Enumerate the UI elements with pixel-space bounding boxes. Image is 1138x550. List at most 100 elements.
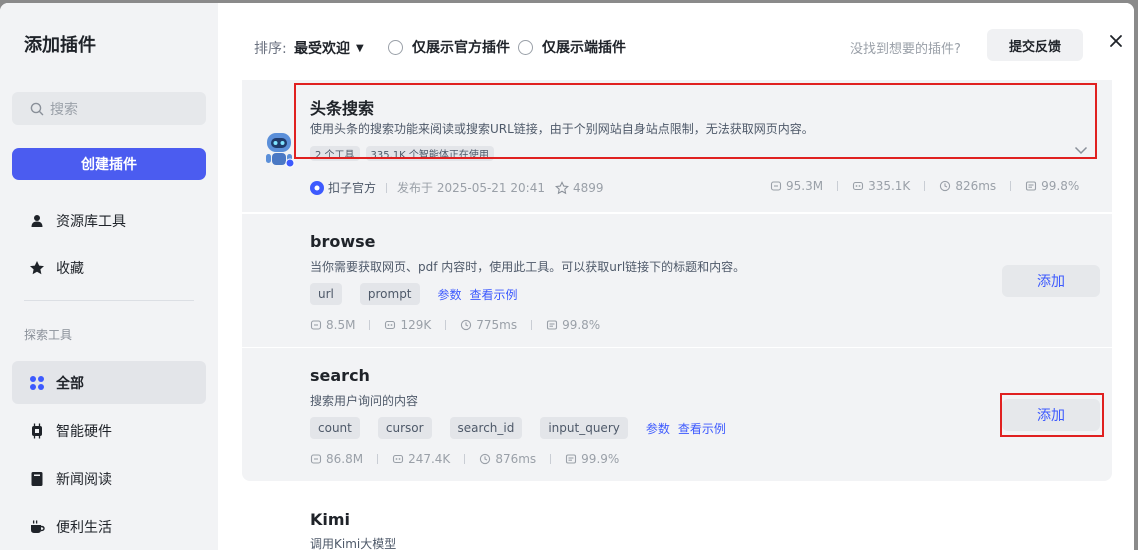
- sort-value: 最受欢迎: [294, 41, 350, 57]
- plugin-title: search: [310, 366, 370, 385]
- divider: [531, 320, 533, 330]
- latency: 775ms: [460, 318, 517, 332]
- clock-icon: [480, 453, 491, 465]
- chip-icon: [28, 422, 46, 440]
- calls-icon: [310, 320, 322, 330]
- success-icon: [566, 454, 577, 464]
- plugin-stats: 8.5M 129K 775ms 99.8%: [310, 318, 614, 332]
- sidebar-item-convenient-life[interactable]: 便利生活: [12, 505, 206, 548]
- usage-count-tag: 335.1K 个智能体正在使用: [365, 146, 494, 161]
- favorite-count: 4899: [572, 180, 604, 195]
- plugin-title: Kimi: [310, 510, 351, 529]
- plugin-card-search[interactable]: search 搜索用户询问的内容 count cursor search_id …: [242, 348, 1112, 481]
- official-badge-icon: [310, 180, 324, 195]
- examples-link[interactable]: 查看示例: [470, 286, 518, 303]
- sidebar-item-favorites[interactable]: 收藏: [12, 246, 206, 289]
- radio-label: 仅展示官方插件: [412, 40, 510, 56]
- add-button[interactable]: 添加: [1002, 399, 1100, 431]
- bot-icon: [393, 454, 404, 464]
- official-only-radio[interactable]: 仅展示官方插件: [388, 37, 510, 57]
- divider: [377, 454, 379, 464]
- filter-bar: 排序: 最受欢迎 ▼ 仅展示官方插件 仅展示端插件 没找到想要的插件? 提交反馈: [218, 3, 1134, 77]
- book-icon: [28, 470, 46, 488]
- divider: [837, 181, 839, 191]
- stat-value: 335.1K: [868, 179, 911, 193]
- params-link[interactable]: 参数: [438, 286, 462, 303]
- divider: [1010, 181, 1012, 191]
- cup-icon: [28, 518, 46, 536]
- client-only-radio[interactable]: 仅展示端插件: [518, 37, 626, 57]
- publisher-info: 扣子官方 发布于 2025-05-21 20:41 4899: [310, 179, 604, 196]
- divider: [386, 182, 388, 193]
- sidebar-item-label: 智能硬件: [56, 423, 112, 440]
- stat-value: 826ms: [955, 179, 997, 193]
- robot-avatar-icon: [266, 133, 295, 168]
- stat-value: 8.5M: [326, 318, 356, 332]
- sort-dropdown[interactable]: 最受欢迎 ▼: [294, 38, 364, 58]
- sidebar-item-library-tools[interactable]: 资源库工具: [12, 199, 206, 242]
- star-outline-icon: [554, 180, 569, 194]
- radio-circle: [388, 39, 403, 55]
- create-plugin-button[interactable]: 创建插件: [12, 148, 206, 180]
- stat-value: 99.8%: [562, 318, 601, 332]
- search-icon: [30, 102, 44, 115]
- stat-value: 876ms: [495, 452, 537, 466]
- plugin-params: count cursor search_id input_query 参数 查看…: [310, 417, 734, 439]
- examples-link[interactable]: 查看示例: [678, 420, 726, 437]
- success-icon: [1026, 181, 1037, 191]
- sidebar-item-label: 全部: [56, 375, 84, 392]
- bot-icon: [853, 181, 864, 191]
- sidebar-item-label: 资源库工具: [56, 213, 126, 230]
- close-icon[interactable]: [1106, 31, 1126, 51]
- star-icon: [28, 259, 46, 277]
- sidebar-item-label: 新闻阅读: [56, 471, 112, 488]
- bot-count: 129K: [384, 318, 431, 332]
- success-rate: 99.8%: [546, 318, 600, 332]
- sidebar-item-news-reading[interactable]: 新闻阅读: [12, 457, 206, 500]
- param-tag: prompt: [359, 283, 420, 305]
- add-plugin-modal: 添加插件 搜索 创建插件 资源库工具 收藏 探索工具 全部 智能硬件 新闻阅读 …: [0, 3, 1134, 550]
- stat-value: 95.3M: [786, 179, 824, 193]
- grid-icon: [28, 374, 46, 392]
- sidebar-item-label: 便利生活: [56, 519, 112, 536]
- search-input[interactable]: 搜索: [12, 92, 206, 125]
- plugin-params: url prompt 参数 查看示例: [310, 283, 526, 305]
- bot-count: 335.1K: [852, 179, 910, 193]
- clock-icon: [940, 180, 951, 192]
- modal-title: 添加插件: [24, 35, 96, 56]
- stat-value: 247.4K: [408, 452, 451, 466]
- sidebar-item-all[interactable]: 全部: [12, 361, 206, 404]
- add-button[interactable]: 添加: [1002, 265, 1100, 297]
- plugin-description: 使用头条的搜索功能来阅读或搜索URL链接，由于个别网站自身站点限制，无法获取网页…: [310, 122, 814, 136]
- sidebar-divider: [24, 300, 194, 301]
- param-tag: cursor: [377, 417, 432, 439]
- feedback-button[interactable]: 提交反馈: [987, 29, 1083, 61]
- sidebar: 添加插件 搜索 创建插件 资源库工具 收藏 探索工具 全部 智能硬件 新闻阅读 …: [0, 3, 218, 550]
- divider: [464, 454, 466, 464]
- plugin-list-panel: 排序: 最受欢迎 ▼ 仅展示官方插件 仅展示端插件 没找到想要的插件? 提交反馈: [218, 3, 1134, 550]
- plugin-card-toutiao-search[interactable]: 头条搜索 使用头条的搜索功能来阅读或搜索URL链接，由于个别网站自身站点限制，无…: [242, 80, 1112, 212]
- success-icon: [547, 320, 558, 330]
- call-count: 8.5M: [310, 318, 355, 332]
- plugin-tags: 2 个工具 335.1K 个智能体正在使用: [310, 146, 500, 161]
- stat-value: 99.9%: [581, 452, 620, 466]
- latency: 826ms: [939, 179, 996, 193]
- radio-label: 仅展示端插件: [542, 40, 626, 56]
- param-tag: count: [310, 417, 360, 439]
- sort-label: 排序:: [254, 41, 287, 57]
- radio-circle: [518, 39, 533, 55]
- plugin-description: 调用Kimi大模型: [310, 537, 397, 550]
- calls-icon: [310, 454, 322, 464]
- bot-icon: [385, 320, 396, 330]
- chevron-down-icon[interactable]: [1074, 140, 1088, 159]
- success-rate: 99.8%: [1025, 179, 1079, 193]
- plugin-card-kimi[interactable]: Kimi 调用Kimi大模型: [242, 504, 1112, 550]
- param-tag: url: [310, 283, 342, 305]
- sidebar-item-smart-hardware[interactable]: 智能硬件: [12, 409, 206, 452]
- publish-date: 发布于 2025-05-21 20:41: [397, 181, 545, 195]
- plugin-card-browse[interactable]: browse 当你需要获取网页、pdf 内容时，使用此工具。可以获取url链接下…: [242, 214, 1112, 347]
- params-link[interactable]: 参数: [646, 420, 670, 437]
- success-rate: 99.9%: [565, 452, 619, 466]
- param-tag: search_id: [449, 417, 523, 439]
- clock-icon: [461, 319, 472, 331]
